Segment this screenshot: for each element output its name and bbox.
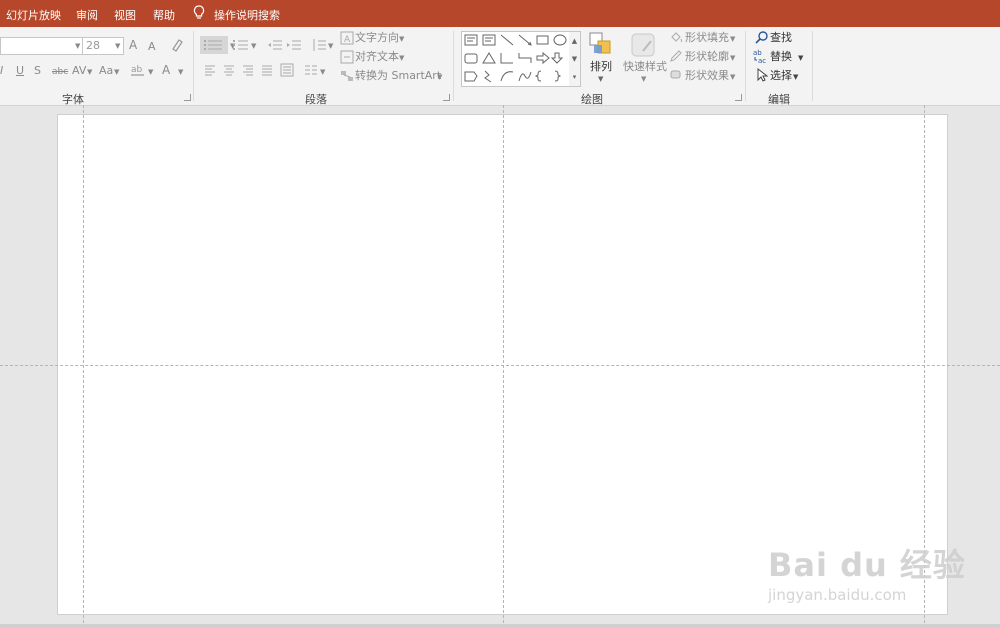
svg-text:ac: ac [758,57,766,64]
separator [193,31,194,101]
gallery-down-button[interactable]: ▼ [569,50,580,68]
replace-button[interactable]: 替换 [770,50,792,64]
quick-styles-icon[interactable] [631,33,657,62]
separator [812,31,813,101]
watermark-logo: Bai du 经验 [768,546,966,584]
replace-icon[interactable]: ab ac [753,48,769,67]
shapes-gallery-grid[interactable] [462,32,570,86]
arrange-icon[interactable] [589,32,613,61]
line-spacing-icon[interactable] [311,37,327,56]
separator [453,31,454,101]
menu-bar: 幻灯片放映 审阅 视图 帮助 操作说明搜索 [0,0,1000,27]
align-left-icon[interactable] [204,64,216,79]
svg-text:ab: ab [131,65,143,75]
font-size-field[interactable]: 28 ▼ [82,37,124,55]
shadow-button[interactable]: S [34,64,41,78]
align-center-icon[interactable] [223,64,235,79]
smartart-icon[interactable] [340,69,354,86]
align-right-icon[interactable] [242,64,254,79]
strikethrough-button[interactable]: abc [52,65,68,79]
text-direction-icon[interactable]: A [340,31,354,48]
menu-review[interactable]: 审阅 [76,7,98,23]
vertical-guide-left[interactable] [83,105,84,628]
find-button[interactable]: 查找 [770,31,792,45]
italic-button[interactable]: I [0,64,3,78]
menu-slideshow[interactable]: 幻灯片放映 [6,7,61,23]
status-bar-edge [0,624,1000,628]
text-direction-button[interactable]: 文字方向 [355,31,399,45]
select-button[interactable]: 选择 [770,69,792,83]
font-dialog-launcher[interactable] [184,94,191,101]
watermark-url: jingyan.baidu.com [768,586,907,604]
paragraph-group-label: 段落 [305,93,327,106]
search-icon[interactable] [755,31,769,48]
convert-smartart-button[interactable]: 转换为 SmartArt [355,69,441,83]
menu-view[interactable]: 视图 [114,7,136,23]
paragraph-dialog-launcher[interactable] [443,94,450,101]
cursor-icon[interactable] [756,67,769,85]
grow-font-button[interactable]: A [129,38,137,52]
tell-me-search[interactable]: 操作说明搜索 [214,7,280,23]
shape-fill-button[interactable]: 形状填充 [685,31,729,45]
shape-outline-button[interactable]: 形状轮廓 [685,50,729,64]
gallery-up-button[interactable]: ▲ [569,32,580,50]
highlight-icon[interactable]: ab [130,62,146,81]
columns-icon[interactable] [304,64,318,79]
bullets-icon[interactable] [200,36,228,54]
font-group-label: 字体 [62,93,84,106]
align-text-button[interactable]: 对齐文本 [355,50,399,64]
lightbulb-icon[interactable] [193,5,205,24]
decrease-indent-icon[interactable] [267,37,283,56]
pen-icon[interactable] [669,49,683,66]
editing-group-label: 编辑 [768,93,790,106]
font-color-button[interactable]: A [162,63,170,77]
shape-effects-button[interactable]: 形状效果 [685,69,729,83]
numbering-icon[interactable] [232,37,250,56]
effects-icon[interactable] [669,68,683,85]
svg-text:ab: ab [753,49,762,57]
menu-help[interactable]: 帮助 [153,7,175,23]
separator [745,31,746,101]
format-painter-icon[interactable] [170,37,186,56]
gallery-more-button[interactable]: ▾ [569,68,580,86]
justify-icon[interactable] [261,64,273,79]
paint-bucket-icon[interactable] [669,30,683,47]
underline-button[interactable]: U [16,64,24,78]
align-text-icon[interactable] [340,50,354,67]
svg-text:A: A [344,35,351,45]
font-name-field[interactable]: ▼ [0,37,84,55]
font-size-value: 28 [86,39,100,52]
drawing-dialog-launcher[interactable] [735,94,742,101]
drawing-group-label: 绘图 [581,93,603,106]
ribbon: ▼ 28 ▼ A A I U S abc AV ▼ Aa ▼ ab ▼ A ▼ … [0,27,1000,106]
char-spacing-button[interactable]: AV [72,64,86,78]
increase-indent-icon[interactable] [286,37,302,56]
horizontal-guide-center[interactable] [0,365,1000,366]
quick-styles-button[interactable]: 快速样式 [623,60,667,74]
arrange-button[interactable]: 排列 [590,60,612,74]
change-case-button[interactable]: Aa [99,64,113,78]
distributed-icon[interactable] [280,63,294,80]
shrink-font-button[interactable]: A [148,40,156,54]
shapes-gallery[interactable] [461,31,571,87]
shapes-gallery-scrollbar[interactable]: ▲ ▼ ▾ [569,31,581,87]
vertical-guide-center[interactable] [503,105,504,628]
